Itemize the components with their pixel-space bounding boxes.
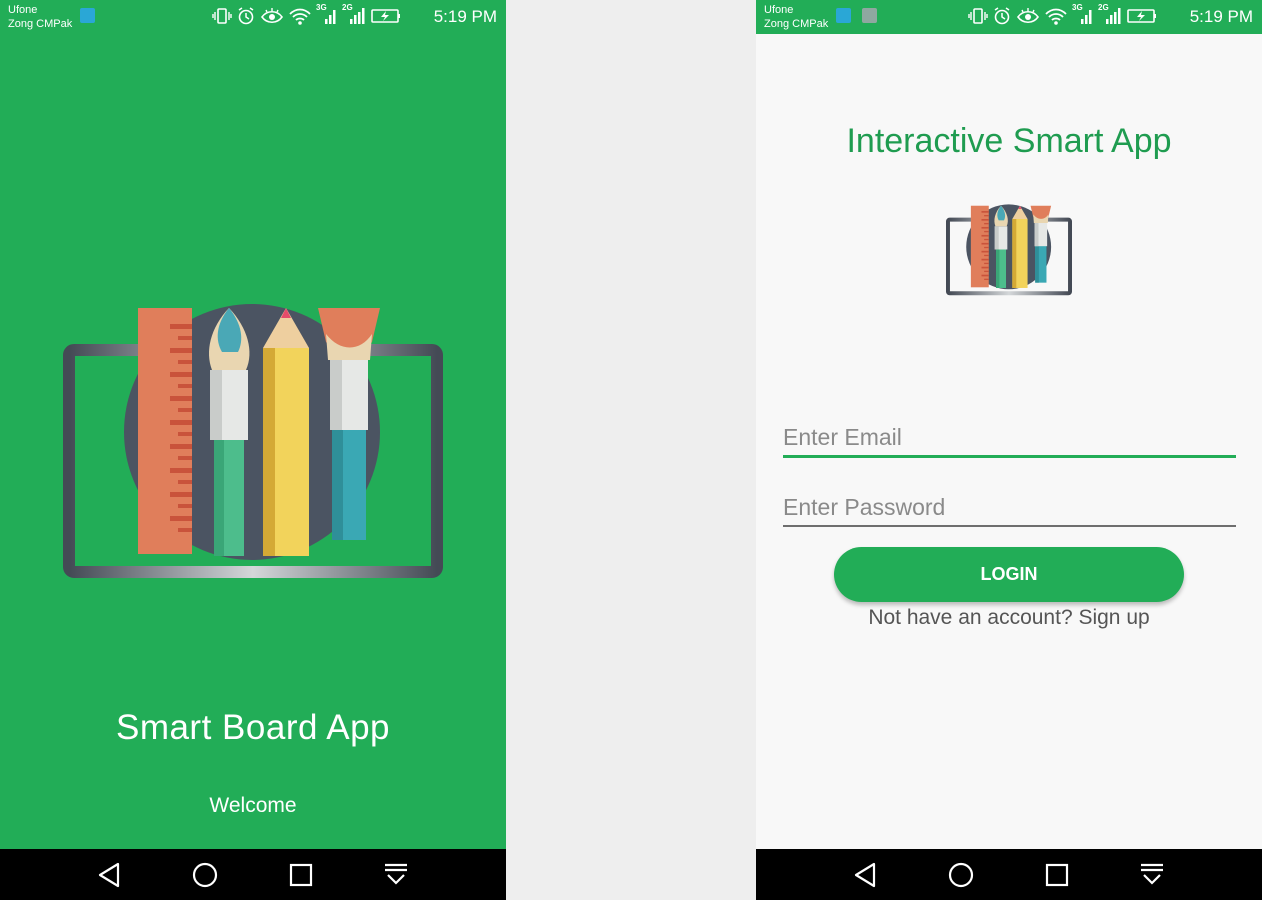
navigation-bar — [0, 849, 506, 900]
vibrate-icon — [968, 8, 988, 24]
status-time: 5:19 PM — [1189, 7, 1253, 26]
password-field[interactable] — [783, 494, 1236, 527]
status-bar: Ufone Zong CMPak 3G 2G 5:19 PM — [0, 0, 506, 34]
signal-2g-icon: 2G — [1098, 3, 1122, 26]
back-button[interactable] — [852, 861, 880, 889]
app-title: Smart Board App — [115, 708, 391, 747]
recents-icon — [1045, 863, 1069, 887]
status-icons: 3G 2G — [968, 3, 1158, 26]
home-icon — [192, 862, 218, 888]
signal-3g-icon: 3G — [316, 3, 338, 26]
email-underline — [783, 455, 1236, 458]
carrier-primary: Ufone — [764, 4, 794, 16]
usb-notification-icon — [80, 8, 95, 23]
art-supplies-logo — [60, 300, 446, 580]
password-input[interactable] — [783, 494, 1236, 525]
recents-button[interactable] — [287, 861, 315, 889]
image-notification-icon — [862, 8, 877, 23]
login-button[interactable]: LOGIN — [834, 547, 1184, 602]
usb-notification-icon — [836, 8, 851, 23]
navigation-bar — [756, 849, 1262, 900]
home-button[interactable] — [191, 861, 219, 889]
home-button[interactable] — [947, 861, 975, 889]
carrier-primary: Ufone — [8, 4, 38, 16]
vibrate-icon — [212, 8, 232, 24]
wifi-icon — [1045, 8, 1067, 25]
home-icon — [948, 862, 974, 888]
notification-shade-icon — [1141, 863, 1163, 885]
carrier-secondary: Zong CMPak — [8, 18, 73, 30]
eye-comfort-icon — [261, 8, 283, 24]
alarm-icon — [994, 7, 1010, 25]
login-screen: Ufone Zong CMPak 3G 2G 5:19 PM Interacti… — [756, 0, 1262, 900]
battery-charging-icon — [371, 9, 400, 23]
status-icons: 3G 2G — [212, 3, 402, 26]
signal-3g-icon: 3G — [1072, 3, 1094, 26]
password-underline — [783, 525, 1236, 527]
carrier-secondary: Zong CMPak — [764, 18, 829, 30]
network-3g-label: 3G — [316, 3, 327, 12]
splash-screen: Ufone Zong CMPak 3G 2G 5:19 PM Smart Boa… — [0, 0, 506, 900]
alarm-icon — [238, 7, 254, 25]
signal-2g-icon: 2G — [342, 3, 366, 26]
eye-comfort-icon — [1017, 8, 1039, 24]
signup-link[interactable]: Not have an account? Sign up — [756, 606, 1262, 630]
recents-icon — [289, 863, 313, 887]
network-2g-label: 2G — [1098, 3, 1109, 12]
notification-shade-icon — [385, 863, 407, 885]
network-3g-label: 3G — [1072, 3, 1083, 12]
back-icon — [98, 862, 120, 888]
recents-button[interactable] — [1043, 861, 1071, 889]
notification-shade-button[interactable] — [1138, 861, 1166, 889]
welcome-text: Welcome — [209, 794, 297, 817]
email-input[interactable] — [783, 424, 1236, 455]
status-bar: Ufone Zong CMPak 3G 2G 5:19 PM — [756, 0, 1262, 34]
back-button[interactable] — [96, 861, 124, 889]
wifi-icon — [289, 8, 311, 25]
network-2g-label: 2G — [342, 3, 353, 12]
art-supplies-logo — [945, 203, 1073, 296]
login-title: Interactive Smart App — [846, 122, 1172, 160]
carrier-info: Ufone Zong CMPak — [764, 3, 828, 31]
notification-shade-button[interactable] — [382, 861, 410, 889]
status-time: 5:19 PM — [433, 7, 497, 26]
carrier-info: Ufone Zong CMPak — [8, 3, 72, 31]
battery-charging-icon — [1127, 9, 1156, 23]
email-field[interactable] — [783, 424, 1236, 458]
back-icon — [854, 862, 876, 888]
